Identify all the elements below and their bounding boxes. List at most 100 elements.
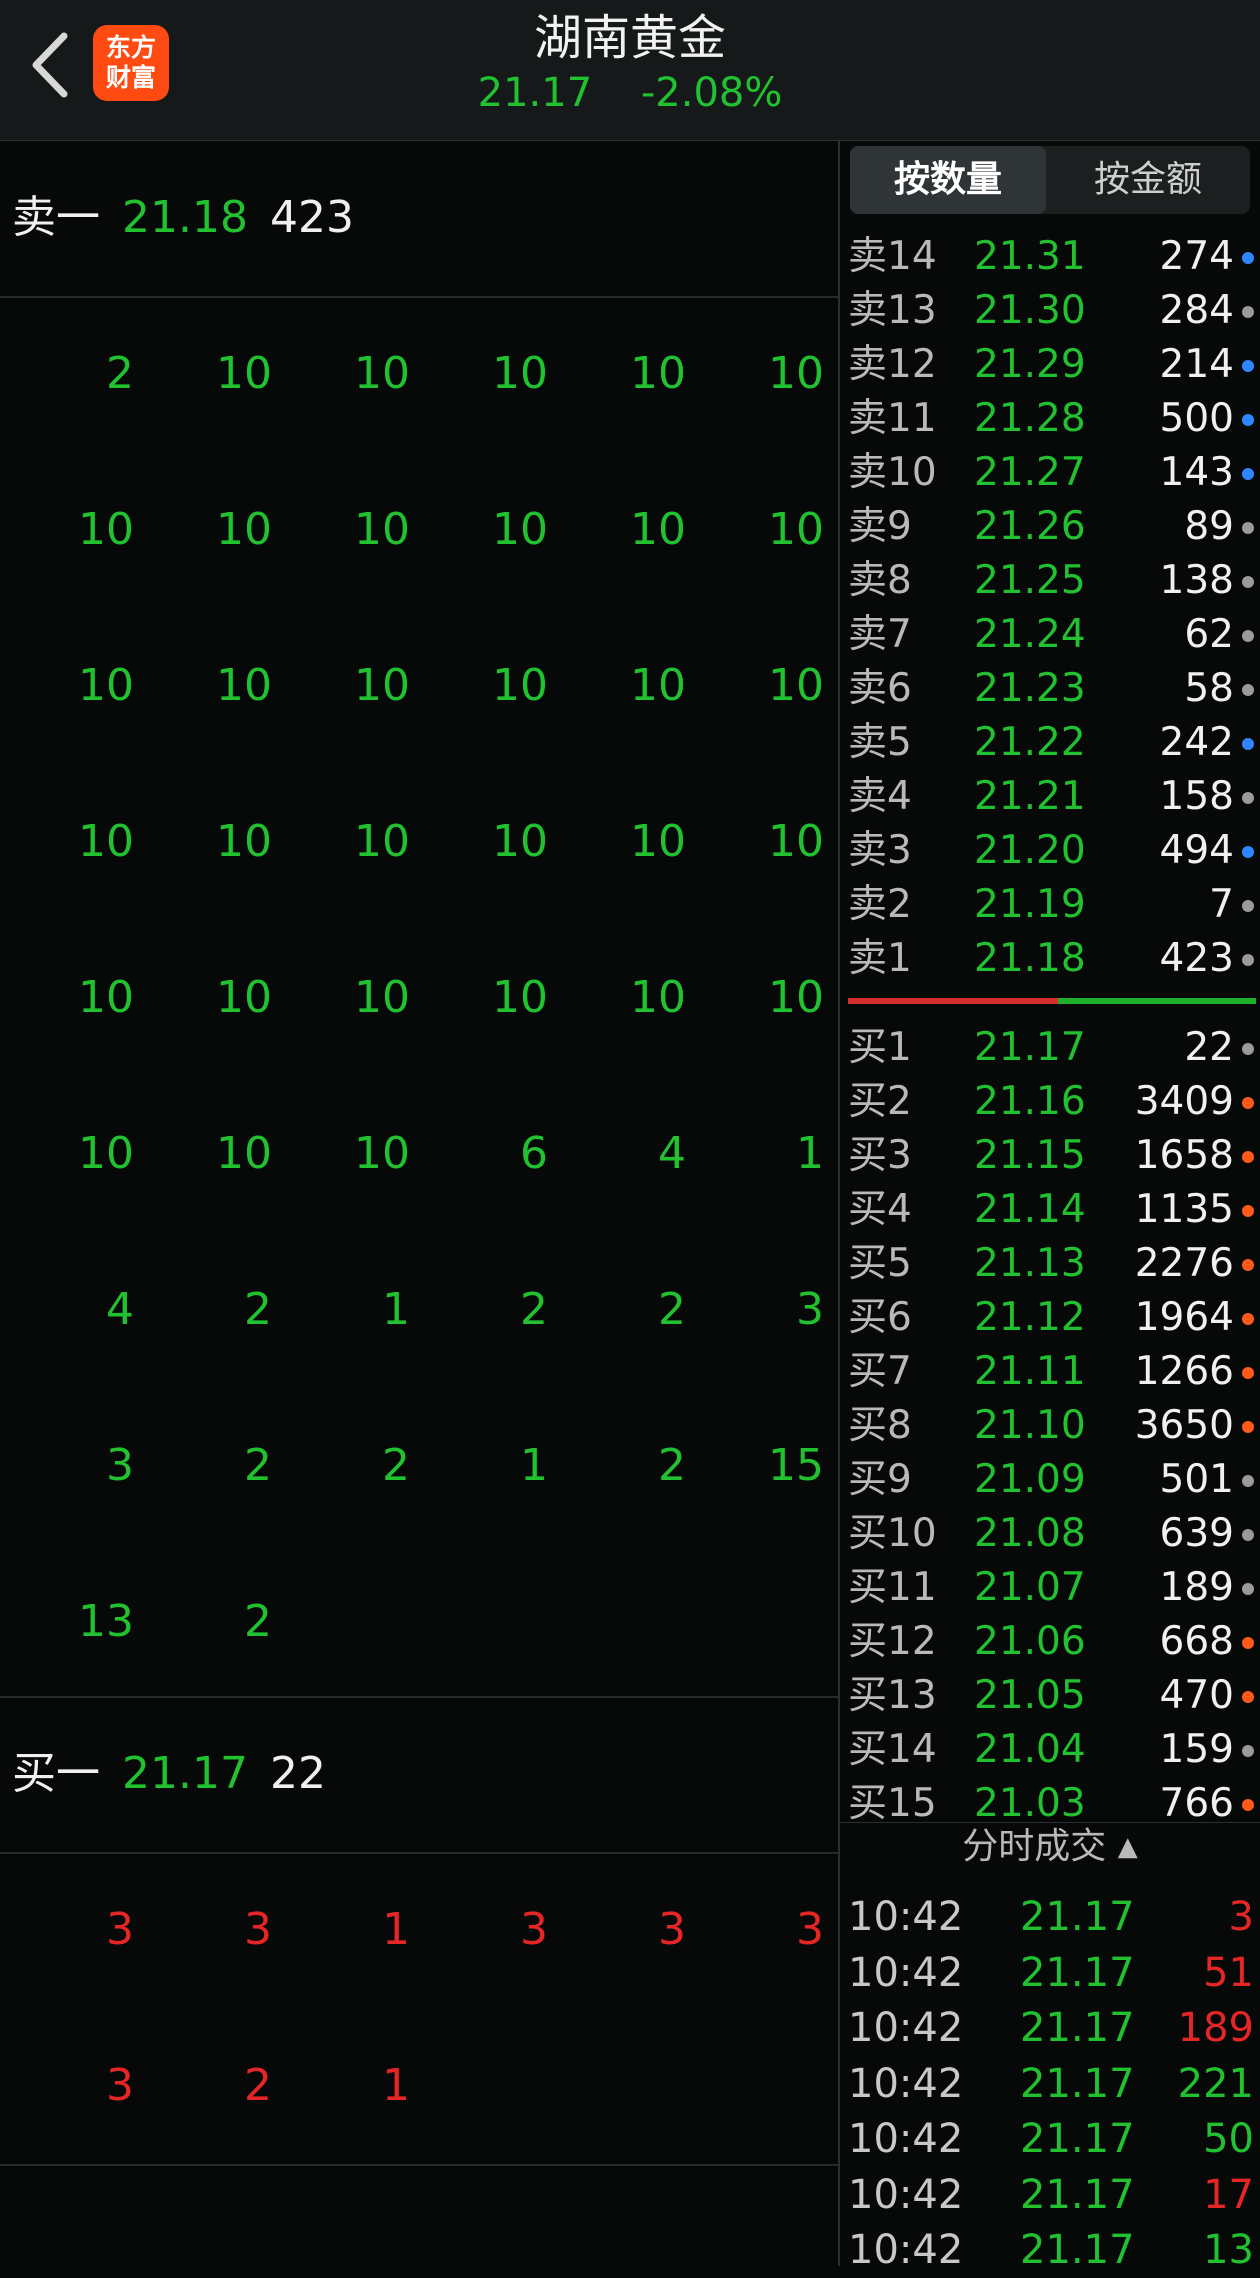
bid1-section: 买一 21.17 22 [0,1696,838,1854]
ask-level-row[interactable]: 卖13 21.30 284 [840,284,1260,338]
bid-level-row[interactable]: 买1 21.17 22 [840,1021,1260,1075]
bid-queue-cell: 1 [382,2060,410,2111]
ask-level-price: 21.29 [974,342,1086,387]
bid-level-row[interactable]: 买10 21.08 639 [840,1507,1260,1561]
ask-queue-cell: 10 [492,972,548,1023]
status-dot-icon [1242,1205,1254,1217]
bid1-qty: 22 [269,1748,326,1799]
status-dot-icon [1242,954,1254,966]
bid-level-row[interactable]: 买12 21.06 668 [840,1615,1260,1669]
ask-level-row[interactable]: 卖7 21.24 62 [840,608,1260,662]
ask-queue-cell: 10 [630,504,686,555]
bid-queue-cell: 2 [244,2060,272,2111]
bid-level-row[interactable]: 买3 21.15 1658 [840,1129,1260,1183]
ask-level-label: 卖12 [848,342,937,387]
ask-level-price: 21.28 [974,396,1086,441]
bid-level-price: 21.04 [974,1727,1086,1772]
ask-queue-cell: 10 [216,816,272,867]
ask-level-row[interactable]: 卖1 21.18 423 [840,932,1260,986]
tab-by-quantity[interactable]: 按数量 [850,146,1046,214]
bid-level-row[interactable]: 买14 21.04 159 [840,1723,1260,1777]
bid-level-row[interactable]: 买9 21.09 501 [840,1453,1260,1507]
bid-level-price: 21.08 [974,1511,1086,1556]
bid-queue-cell: 3 [106,2060,134,2111]
ask-queue-cell: 1 [382,1284,410,1335]
ask-queue-cell: 10 [492,504,548,555]
tick-time: 10:42 [848,2227,964,2273]
tick-price: 21.17 [1020,1894,1135,1940]
ask-level-label: 卖10 [848,450,937,495]
ask-queue-cell: 4 [658,1128,686,1179]
ask-level-volume: 494 [1159,828,1234,873]
tick-volume: 50 [1203,2116,1254,2162]
ask-level-row[interactable]: 卖14 21.31 274 [840,230,1260,284]
ask-queue-cell: 10 [78,972,134,1023]
ask-level-row[interactable]: 卖12 21.29 214 [840,338,1260,392]
tick-time: 10:42 [848,2171,964,2218]
tick-time: 10:42 [848,2116,964,2162]
bid-level-volume: 639 [1159,1511,1234,1556]
bid-level-row[interactable]: 买4 21.14 1135 [840,1183,1260,1237]
ask-queue-cell: 10 [216,348,272,399]
bid-level-row[interactable]: 买2 21.16 3409 [840,1075,1260,1129]
ask-level-row[interactable]: 卖2 21.19 7 [840,878,1260,932]
bid-level-volume: 501 [1159,1457,1234,1502]
tick-price: 21.17 [1020,2227,1135,2273]
bid-level-row[interactable]: 买6 21.12 1964 [840,1291,1260,1345]
ask-level-row[interactable]: 卖9 21.26 89 [840,500,1260,554]
ask-level-row[interactable]: 卖5 21.22 242 [840,716,1260,770]
bid-level-row[interactable]: 买8 21.10 3650 [840,1399,1260,1453]
tick-price: 21.17 [1020,2171,1135,2218]
tick-price: 21.17 [1020,2005,1135,2051]
bid-level-row[interactable]: 买11 21.07 189 [840,1561,1260,1615]
bid-level-label: 买1 [848,1025,912,1070]
ask-queue-cell: 10 [78,660,134,711]
ask-queue-cell: 10 [768,504,824,555]
ask-level-price: 21.23 [974,666,1086,711]
ask-queue-cell: 10 [216,504,272,555]
bid-level-row[interactable]: 买13 21.05 470 [840,1669,1260,1723]
status-dot-icon [1242,1043,1254,1055]
ask-level-volume: 423 [1159,936,1234,981]
ask-level-volume: 7 [1209,882,1234,927]
ask-level-row[interactable]: 卖10 21.27 143 [840,446,1260,500]
tick-row: 10:42 21.17 17 [840,2168,1260,2223]
bid-level-volume: 3650 [1134,1403,1234,1448]
ask-queue-cell: 2 [382,1440,410,1491]
ask-level-row[interactable]: 卖11 21.28 500 [840,392,1260,446]
ask-queue-cell: 10 [354,816,410,867]
status-dot-icon [1242,522,1254,534]
ask-queue-cell: 1 [796,1128,824,1179]
bid-level-row[interactable]: 买7 21.11 1266 [840,1345,1260,1399]
ask-level-price: 21.24 [974,612,1086,657]
tab-by-amount[interactable]: 按金额 [1046,146,1250,214]
tick-volume: 3 [1228,1894,1254,1940]
bid-level-row[interactable]: 买5 21.13 2276 [840,1237,1260,1291]
queue-panel: 卖一 21.18 423 2 10 10 10 10 10 10 10 10 10 10 10 10 10 10… [0,140,840,2266]
ticks-header[interactable]: 分时成交 ▲ [840,1822,1260,1871]
bid-level-label: 买8 [848,1403,912,1448]
ask1-qty: 423 [269,192,354,243]
status-dot-icon [1242,1259,1254,1271]
ask-level-row[interactable]: 卖4 21.21 158 [840,770,1260,824]
ask-queue-cell: 10 [78,1128,134,1179]
status-dot-icon [1242,1367,1254,1379]
status-dot-icon [1242,414,1254,426]
ask-level-label: 卖14 [848,234,937,279]
status-dot-icon [1242,360,1254,372]
bid-level-label: 买6 [848,1295,912,1340]
bid-level-label: 买7 [848,1349,912,1394]
ask-level-row[interactable]: 卖8 21.25 138 [840,554,1260,608]
tick-time: 10:42 [848,2060,964,2107]
ask-queue-cell: 6 [520,1128,548,1179]
status-dot-icon [1242,792,1254,804]
bid-level-price: 21.17 [974,1025,1086,1070]
ask-level-row[interactable]: 卖6 21.23 58 [840,662,1260,716]
ask-queue-cell: 2 [658,1440,686,1491]
ask-queue-cell: 10 [216,660,272,711]
tick-time: 10:42 [848,2005,964,2051]
ask-level-row[interactable]: 卖3 21.20 494 [840,824,1260,878]
ask-queue-cell: 4 [106,1284,134,1335]
ask-queue-cell: 10 [492,348,548,399]
ask-queue-cell: 10 [492,660,548,711]
